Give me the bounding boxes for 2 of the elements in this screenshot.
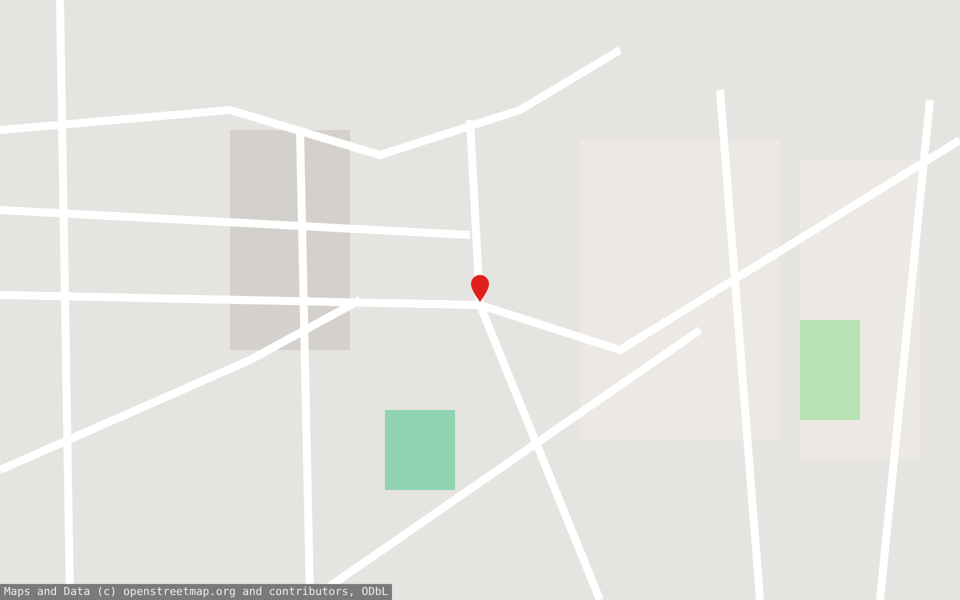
location-pin-icon [471, 275, 489, 302]
map-attribution: Maps and Data (c) openstreetmap.org and contributors, ODbL [0, 584, 392, 600]
